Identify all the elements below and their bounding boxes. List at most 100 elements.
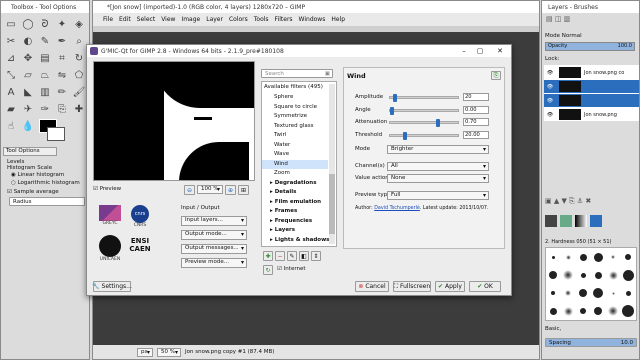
- param-value[interactable]: 20.00: [463, 130, 489, 139]
- text-icon[interactable]: A: [3, 85, 19, 101]
- flip-icon[interactable]: ⇋: [54, 68, 70, 84]
- lasso-icon[interactable]: ᘐ: [37, 17, 53, 33]
- filter-item[interactable]: Water: [262, 141, 328, 150]
- eraser-icon[interactable]: ▰: [3, 102, 19, 118]
- expand-button[interactable]: ⇕: [311, 251, 321, 261]
- zoom-reset-button[interactable]: ⊞: [238, 185, 249, 195]
- opacity-bar[interactable]: Opacity 100.0: [545, 42, 635, 51]
- filter-item[interactable]: Wind: [262, 159, 328, 169]
- color-picker-icon[interactable]: ✒: [54, 34, 70, 50]
- settings-button[interactable]: 🔧 Settings...: [92, 281, 132, 292]
- filter-category[interactable]: ▸ Details: [262, 188, 328, 197]
- brush-thumb[interactable]: [593, 252, 603, 262]
- zoom-out-button[interactable]: ⊖: [184, 185, 195, 195]
- brush-thumb[interactable]: [622, 269, 634, 281]
- brush-thumb[interactable]: [565, 254, 571, 260]
- brush-thumb[interactable]: [608, 270, 618, 280]
- layer-row[interactable]: 👁: [544, 94, 639, 107]
- move-icon[interactable]: ✥: [20, 51, 36, 67]
- eye-icon[interactable]: 👁: [544, 98, 556, 104]
- blend-icon[interactable]: ▥: [37, 85, 53, 101]
- param-slider[interactable]: [389, 94, 459, 102]
- input-layers-select[interactable]: Input layers...: [181, 216, 247, 226]
- brush-thumb[interactable]: [611, 291, 615, 295]
- menu-tools[interactable]: Tools: [254, 16, 269, 23]
- filter-category[interactable]: ▸ Degradations: [262, 179, 328, 188]
- brush-thumb[interactable]: [625, 254, 631, 260]
- menu-help[interactable]: Help: [331, 16, 345, 23]
- slider-handle[interactable]: [393, 94, 398, 102]
- zoom-select[interactable]: 50 %: [157, 348, 181, 357]
- align-icon[interactable]: ▤: [37, 51, 53, 67]
- slider-handle[interactable]: [436, 119, 441, 127]
- mode-param-select[interactable]: Brighter: [387, 145, 489, 154]
- eye-icon[interactable]: 👁: [544, 112, 556, 118]
- shear-icon[interactable]: ▱: [20, 68, 36, 84]
- tree-scrollbar[interactable]: [329, 84, 335, 244]
- filter-item[interactable]: Twirl: [262, 131, 328, 140]
- tool-options-tab[interactable]: Tool Options: [3, 147, 57, 156]
- brush-thumb[interactable]: [622, 305, 634, 317]
- preview-checkbox[interactable]: ☑ Preview: [93, 186, 121, 192]
- brush-thumb[interactable]: [611, 255, 615, 259]
- menu-windows[interactable]: Windows: [299, 16, 326, 23]
- filter-item[interactable]: Symmetrize: [262, 112, 328, 121]
- unit-select[interactable]: px: [137, 348, 153, 357]
- param-value[interactable]: 0.70: [463, 118, 489, 126]
- pencil-icon[interactable]: ✏: [54, 85, 70, 101]
- visibility-button[interactable]: ◧: [299, 251, 309, 261]
- airbrush-icon[interactable]: ✈: [20, 102, 36, 118]
- smudge-icon[interactable]: ☝: [3, 119, 19, 135]
- zoom-icon[interactable]: ⌕: [71, 34, 87, 50]
- preview-type-select[interactable]: Full: [387, 191, 489, 200]
- apply-button[interactable]: ✔ Apply: [435, 281, 465, 292]
- ellipse-select-icon[interactable]: ◯: [20, 17, 36, 33]
- param-slider[interactable]: [389, 106, 459, 115]
- brush-thumb[interactable]: [594, 307, 602, 315]
- measure-icon[interactable]: ⊿: [3, 51, 19, 67]
- filter-category[interactable]: ▸ Frequencies: [262, 217, 328, 226]
- menu-select[interactable]: Select: [137, 16, 156, 23]
- linear-radio[interactable]: ◉ Linear histogram: [11, 172, 64, 178]
- crop-icon[interactable]: ⌗: [54, 51, 70, 67]
- filter-item[interactable]: Wave: [262, 150, 328, 159]
- eye-icon[interactable]: 👁: [544, 84, 556, 90]
- bucket-fill-icon[interactable]: ◣: [20, 85, 36, 101]
- foreground-select-icon[interactable]: ◐: [20, 34, 36, 50]
- color-select-icon[interactable]: ◈: [71, 17, 87, 33]
- slider-handle[interactable]: [390, 106, 394, 115]
- menu-filters[interactable]: Filters: [275, 16, 293, 23]
- menu-view[interactable]: View: [161, 16, 175, 23]
- filter-item[interactable]: Zoom: [262, 169, 328, 178]
- brush-thumb[interactable]: [608, 306, 618, 316]
- internet-checkbox[interactable]: ☑ Internet: [277, 266, 306, 272]
- brush-thumb[interactable]: [593, 288, 603, 298]
- brush-thumb[interactable]: [625, 290, 631, 296]
- radius-field[interactable]: Radius: [9, 197, 85, 206]
- param-value[interactable]: 0.00: [463, 105, 489, 114]
- copy-command-button[interactable]: ⎘: [491, 71, 501, 80]
- gradient-tab[interactable]: [575, 215, 587, 227]
- search-clear-icon[interactable]: ▣: [325, 71, 330, 77]
- slider-handle[interactable]: [403, 131, 408, 140]
- preview-image[interactable]: [93, 61, 255, 181]
- paths-icon[interactable]: ✎: [37, 34, 53, 50]
- zoom-select[interactable]: 100 %: [197, 185, 223, 194]
- minimize-icon[interactable]: –: [457, 45, 471, 57]
- brush-thumb[interactable]: [563, 306, 573, 316]
- filter-category[interactable]: ▸ Layers: [262, 226, 328, 235]
- param-value[interactable]: 20: [463, 93, 489, 101]
- param-slider[interactable]: [389, 131, 459, 140]
- refresh-button[interactable]: ↻: [263, 265, 273, 275]
- brush-thumb[interactable]: [594, 271, 602, 279]
- remove-fave-button[interactable]: −: [275, 251, 285, 261]
- zoom-in-button[interactable]: ⊕: [225, 185, 236, 195]
- filter-item[interactable]: Textured glass: [262, 122, 328, 131]
- brush-thumb[interactable]: [563, 270, 573, 280]
- filter-item[interactable]: Sphere: [262, 93, 328, 102]
- clone-icon[interactable]: ⎘: [54, 102, 70, 118]
- fuzzy-select-icon[interactable]: ✦: [54, 17, 70, 33]
- close-icon[interactable]: ✕: [493, 45, 507, 57]
- brush-thumb[interactable]: [580, 308, 586, 314]
- brush-thumb[interactable]: [580, 272, 586, 278]
